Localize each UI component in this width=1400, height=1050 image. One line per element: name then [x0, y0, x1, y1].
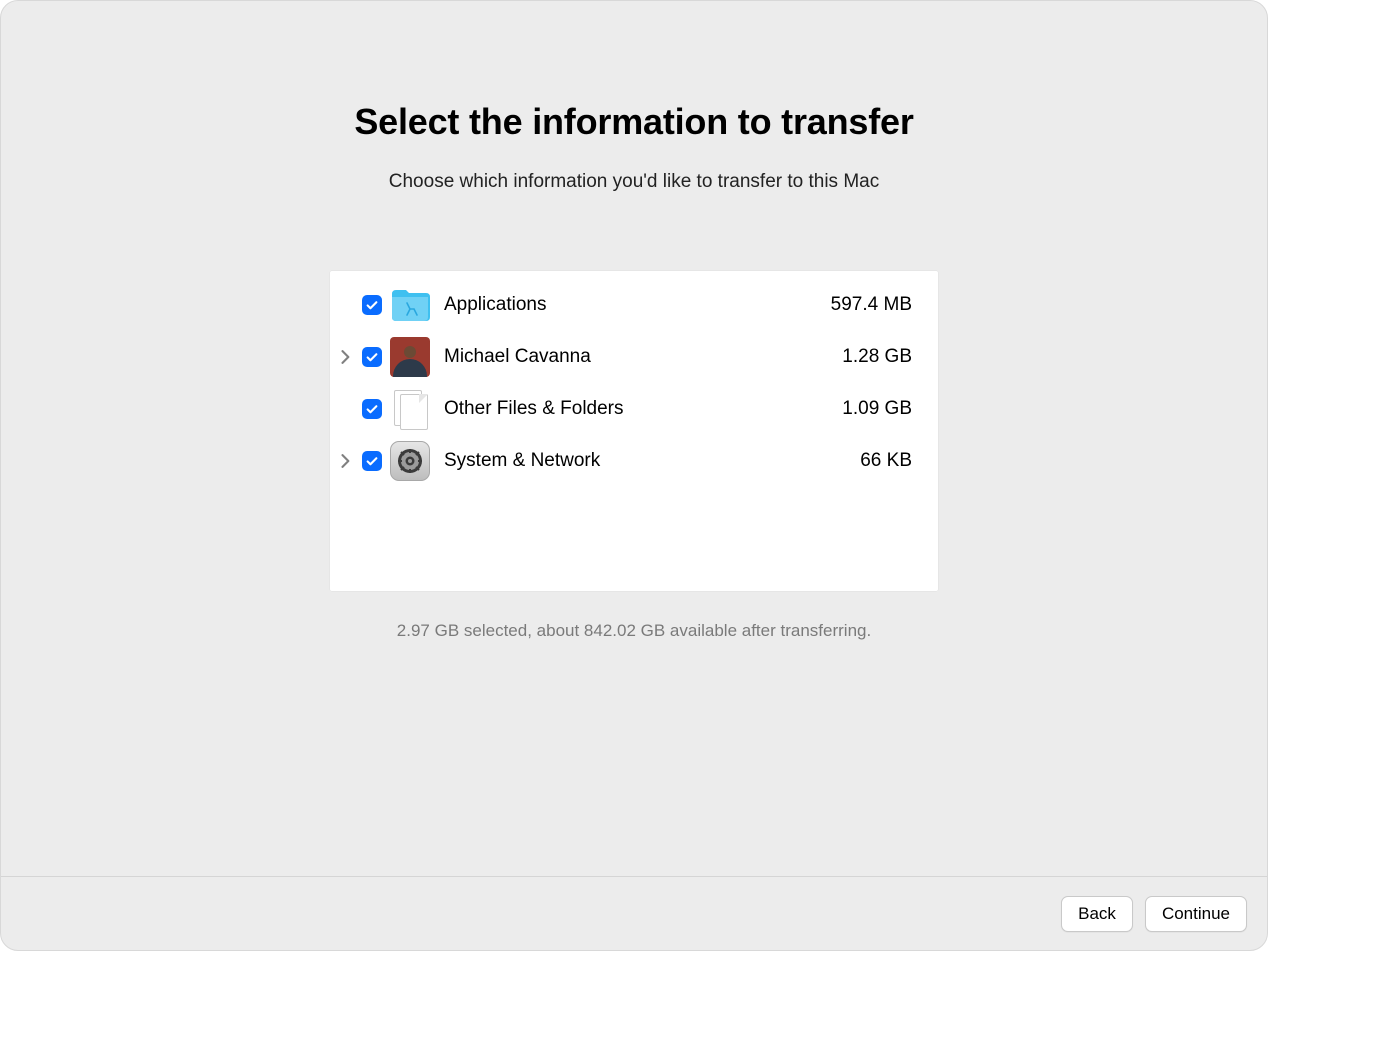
- system-settings-icon: [390, 441, 430, 481]
- item-size: 1.09 GB: [842, 398, 912, 420]
- footer-bar: Back Continue: [1, 876, 1267, 950]
- list-item[interactable]: System & Network 66 KB: [330, 435, 938, 487]
- page-subtitle: Choose which information you'd like to t…: [389, 171, 879, 193]
- chevron-right-icon[interactable]: [341, 350, 351, 364]
- migration-assistant-window: Select the information to transfer Choos…: [0, 0, 1268, 951]
- item-label: System & Network: [444, 450, 860, 472]
- back-button[interactable]: Back: [1061, 896, 1133, 932]
- item-label: Applications: [444, 294, 831, 316]
- list-item[interactable]: Other Files & Folders 1.09 GB: [330, 383, 938, 435]
- checkbox-system-network[interactable]: [362, 451, 382, 471]
- checkmark-icon: [365, 402, 379, 416]
- applications-folder-icon: [390, 285, 430, 325]
- transfer-items-list: Applications 597.4 MB Michael Cavanna 1.…: [330, 271, 938, 591]
- checkbox-user-michael[interactable]: [362, 347, 382, 367]
- continue-button[interactable]: Continue: [1145, 896, 1247, 932]
- chevron-right-icon[interactable]: [341, 454, 351, 468]
- list-item[interactable]: Applications 597.4 MB: [330, 279, 938, 331]
- documents-icon: [390, 389, 430, 429]
- item-size: 66 KB: [860, 450, 912, 472]
- item-size: 1.28 GB: [842, 346, 912, 368]
- checkmark-icon: [365, 298, 379, 312]
- user-avatar-icon: [390, 337, 430, 377]
- checkmark-icon: [365, 454, 379, 468]
- item-label: Other Files & Folders: [444, 398, 842, 420]
- checkmark-icon: [365, 350, 379, 364]
- item-label: Michael Cavanna: [444, 346, 842, 368]
- page-title: Select the information to transfer: [354, 101, 913, 143]
- checkbox-other-files[interactable]: [362, 399, 382, 419]
- item-size: 597.4 MB: [831, 294, 912, 316]
- checkbox-applications[interactable]: [362, 295, 382, 315]
- selection-summary: 2.97 GB selected, about 842.02 GB availa…: [397, 621, 871, 641]
- list-item[interactable]: Michael Cavanna 1.28 GB: [330, 331, 938, 383]
